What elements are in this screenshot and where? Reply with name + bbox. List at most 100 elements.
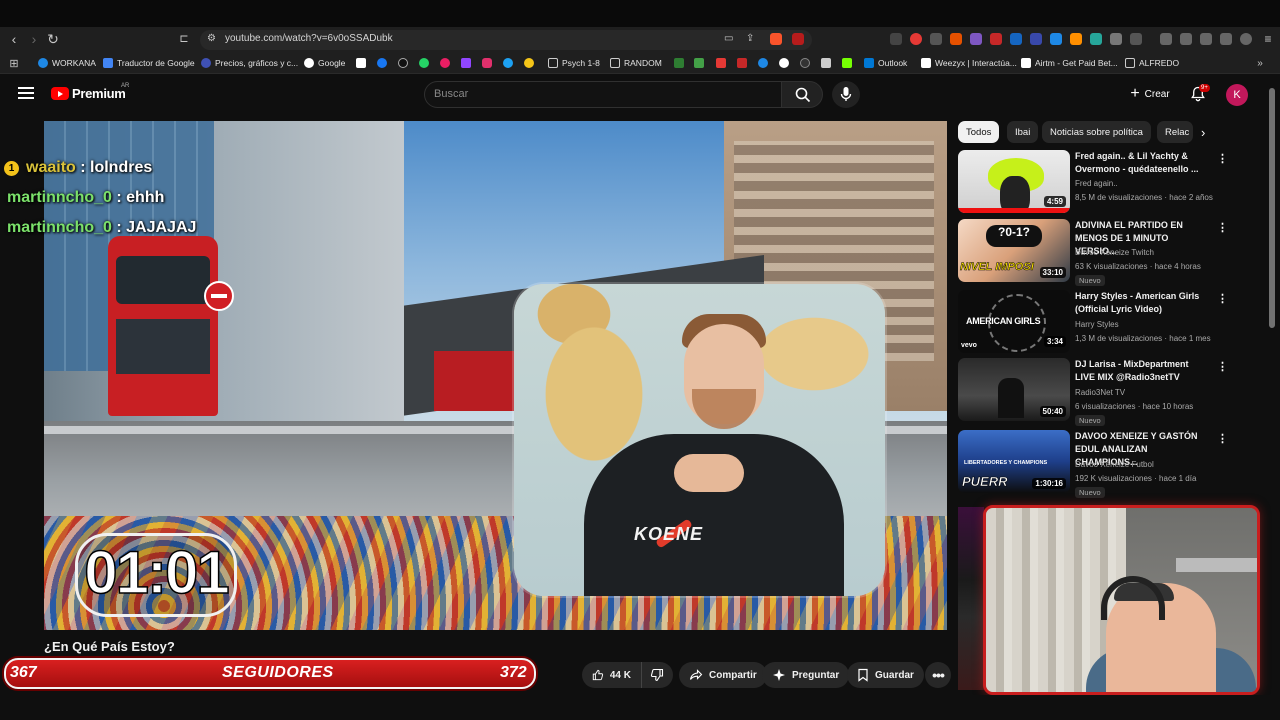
bookmark-icon[interactable] xyxy=(779,58,789,68)
extension-icon[interactable] xyxy=(890,33,902,45)
extension-icon[interactable] xyxy=(1090,33,1102,45)
chip-politics[interactable]: Noticias sobre política xyxy=(1042,121,1151,143)
bookmark-icon[interactable] xyxy=(737,58,747,68)
extension-icon[interactable] xyxy=(1220,33,1232,45)
vpn-icon[interactable] xyxy=(1240,33,1252,45)
twitch-icon[interactable] xyxy=(461,58,471,68)
apps-grid-icon[interactable]: ⊞ xyxy=(6,56,22,72)
bookmark-star-icon[interactable]: ⊏ xyxy=(176,31,192,47)
cast-icon[interactable]: ▭ xyxy=(724,33,733,44)
create-button[interactable]: + Crear xyxy=(1120,82,1180,106)
chip-all[interactable]: Todos xyxy=(958,121,1000,143)
brave-shield-icon[interactable] xyxy=(770,33,782,45)
more-vertical-icon[interactable]: ⋮ xyxy=(1217,432,1228,445)
back-icon[interactable]: ‹ xyxy=(6,31,22,47)
thumbnail[interactable]: LIBERTADORES Y CHAMPIONS PUERR 1:30:16 xyxy=(958,430,1070,493)
video-item-channel[interactable]: Davoo Xeneize Futbol xyxy=(1075,460,1154,469)
chip-ibai[interactable]: Ibai xyxy=(1007,121,1039,143)
more-vertical-icon[interactable]: ⋮ xyxy=(1217,221,1228,234)
media-icon[interactable] xyxy=(1160,33,1172,45)
extension-icon[interactable] xyxy=(970,33,982,45)
bookmark-airtm[interactable]: Airtm - Get Paid Bet... xyxy=(1021,58,1118,68)
extension-icon[interactable] xyxy=(930,33,942,45)
more-bookmarks-icon[interactable]: » xyxy=(1252,56,1268,72)
more-actions-button[interactable]: ••• xyxy=(925,662,951,688)
thumbnail[interactable]: 4:59 xyxy=(958,150,1070,213)
bookmark-folder-psych[interactable]: Psych 1-8 xyxy=(548,58,600,68)
puzzle-icon[interactable] xyxy=(1110,33,1122,45)
forward-icon[interactable]: › xyxy=(26,31,42,47)
bookmark-icon[interactable] xyxy=(694,58,704,68)
instagram-icon[interactable] xyxy=(482,58,492,68)
extension-icon[interactable] xyxy=(1050,33,1062,45)
bookmark-folder-random[interactable]: RANDOM xyxy=(610,58,662,68)
avatar[interactable]: K xyxy=(1226,84,1248,106)
chip-related[interactable]: Relac xyxy=(1157,121,1193,143)
more-vertical-icon[interactable]: ⋮ xyxy=(1217,152,1228,165)
page-scrollbar[interactable] xyxy=(1269,88,1275,328)
extension-icon[interactable] xyxy=(1070,33,1082,45)
logo-text[interactable]: Premium xyxy=(72,86,126,101)
wallet-icon[interactable] xyxy=(1200,33,1212,45)
bookmark-precios[interactable]: Precios, gráficos y c... xyxy=(201,58,298,68)
bookmark-icon[interactable] xyxy=(503,58,513,68)
bookmark-weezyx[interactable]: Weezyx | Interactúa... xyxy=(921,58,1017,68)
bookmark-icon[interactable] xyxy=(716,58,726,68)
hamburger-menu-icon[interactable] xyxy=(18,87,34,99)
bookmark-icon[interactable] xyxy=(842,58,852,68)
brave-rewards-icon[interactable] xyxy=(792,33,804,45)
extension-icon[interactable] xyxy=(950,33,962,45)
more-vertical-icon[interactable]: ⋮ xyxy=(1217,360,1228,373)
bookmark-icon[interactable] xyxy=(821,58,831,68)
video-item-channel[interactable]: Davoo Xeneize Twitch xyxy=(1075,248,1154,257)
video-item-channel[interactable]: Harry Styles xyxy=(1075,320,1119,329)
chevron-right-icon[interactable]: › xyxy=(1201,125,1205,140)
video-item-title[interactable]: Fred again.. & Lil Yachty & Overmono - q… xyxy=(1075,150,1210,176)
bookmark-workana[interactable]: WORKANA xyxy=(38,58,96,68)
more-vertical-icon[interactable]: ⋮ xyxy=(1217,292,1228,305)
dislike-button[interactable] xyxy=(641,662,673,688)
bookmark-translate[interactable]: Traductor de Google xyxy=(103,58,195,68)
extension-icon[interactable] xyxy=(1030,33,1042,45)
extension-icon[interactable] xyxy=(1130,33,1142,45)
sparkle-icon xyxy=(773,669,785,681)
video-item-title[interactable]: Harry Styles - American Girls (Official … xyxy=(1075,290,1210,316)
url-text[interactable]: youtube.com/watch?v=6v0oSSADubk xyxy=(225,33,393,44)
reload-icon[interactable]: ↻ xyxy=(45,31,61,47)
browser-menu-icon[interactable]: ≡ xyxy=(1260,31,1276,47)
bookmark-icon[interactable] xyxy=(524,58,534,68)
bookmark-icon[interactable] xyxy=(758,58,768,68)
bookmark-google[interactable]: Google xyxy=(304,58,345,68)
share-button[interactable]: Compartir xyxy=(679,662,767,688)
bookmark-outlook[interactable]: Outlook xyxy=(864,58,907,68)
video-item-title[interactable]: DJ Larisa - MixDepartment LIVE MIX @Radi… xyxy=(1075,358,1210,384)
video-item-channel[interactable]: Fred again.. xyxy=(1075,179,1118,188)
x-icon[interactable] xyxy=(398,58,408,68)
extension-icon[interactable] xyxy=(1010,33,1022,45)
extension-icon[interactable] xyxy=(990,33,1002,45)
search-button[interactable] xyxy=(781,81,823,108)
thumbnail[interactable]: 50:40 xyxy=(958,358,1070,421)
save-button[interactable]: Guardar xyxy=(847,662,924,688)
voice-search-button[interactable] xyxy=(832,81,860,108)
site-info-icon[interactable]: ⚙ xyxy=(207,33,216,44)
tiktok-icon[interactable] xyxy=(356,58,366,68)
thumbnail[interactable]: AMERICAN GIRLS vevo 3:34 xyxy=(958,290,1070,353)
thumbnail[interactable] xyxy=(958,507,984,690)
sidebar-icon[interactable] xyxy=(1180,33,1192,45)
youtube-logo-icon[interactable] xyxy=(51,87,69,100)
like-button[interactable]: 44 K xyxy=(582,662,641,688)
facebook-icon[interactable] xyxy=(377,58,387,68)
extension-icon[interactable] xyxy=(910,33,922,45)
thumbnail[interactable]: ?0-1? NIVEL IMPOSI 33:10 xyxy=(958,219,1070,282)
ask-button[interactable]: Preguntar xyxy=(762,662,850,688)
share-icon[interactable]: ⇪ xyxy=(746,33,754,44)
bookmark-icon[interactable] xyxy=(800,58,810,68)
whatsapp-icon[interactable] xyxy=(419,58,429,68)
bookmark-folder-alfredo[interactable]: ALFREDO xyxy=(1125,58,1179,68)
bookmark-icon[interactable] xyxy=(440,58,450,68)
video-item-channel[interactable]: Radio3Net TV xyxy=(1075,388,1125,397)
search-input[interactable] xyxy=(424,81,782,108)
workana-icon xyxy=(38,58,48,68)
bookmark-icon[interactable] xyxy=(674,58,684,68)
